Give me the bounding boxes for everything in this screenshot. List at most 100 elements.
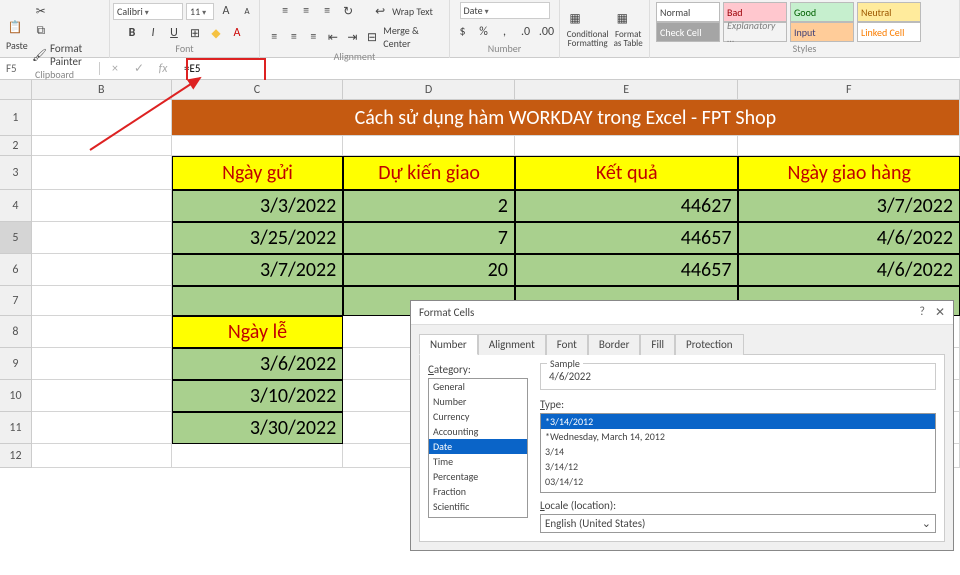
cell[interactable] bbox=[32, 190, 172, 222]
category-accounting[interactable]: Accounting bbox=[429, 424, 527, 439]
category-time[interactable]: Time bbox=[429, 454, 527, 469]
cell[interactable] bbox=[32, 254, 172, 286]
holiday-1[interactable]: 3/10/2022 bbox=[172, 380, 344, 412]
cell[interactable] bbox=[32, 444, 172, 468]
style-s-check[interactable]: Check Cell bbox=[656, 22, 720, 42]
styles-gallery[interactable]: NormalBadGoodNeutralCheck CellExplanator… bbox=[656, 2, 921, 42]
type-option-3[interactable]: 3/14/12 bbox=[541, 459, 935, 474]
holiday-2[interactable]: 3/30/2022 bbox=[172, 412, 344, 444]
align-left-icon[interactable]: ≡ bbox=[266, 28, 283, 46]
dialog-tab-fill[interactable]: Fill bbox=[640, 334, 675, 355]
row-header-3[interactable]: 3 bbox=[0, 156, 32, 190]
cell[interactable] bbox=[32, 316, 172, 348]
style-s-linked[interactable]: Linked Cell bbox=[857, 22, 921, 42]
cell[interactable] bbox=[172, 136, 344, 156]
col-header-D[interactable]: D bbox=[343, 80, 515, 99]
row-header-2[interactable]: 2 bbox=[0, 136, 32, 156]
category-currency[interactable]: Currency bbox=[429, 409, 527, 424]
row-header-5[interactable]: 5 bbox=[0, 222, 32, 254]
cell[interactable] bbox=[32, 286, 172, 316]
orientation-icon[interactable]: ↻ bbox=[339, 2, 357, 20]
category-list[interactable]: GeneralNumberCurrencyAccountingDateTimeP… bbox=[428, 378, 528, 518]
data-r2-c3[interactable]: 4/6/2022 bbox=[738, 254, 960, 286]
cell[interactable] bbox=[738, 136, 960, 156]
type-option-2[interactable]: 3/14 bbox=[541, 444, 935, 459]
dialog-tab-protection[interactable]: Protection bbox=[675, 334, 744, 355]
header-1[interactable]: Dự kiến giao bbox=[343, 156, 515, 190]
data-r1-c1[interactable]: 7 bbox=[343, 222, 515, 254]
style-s-good[interactable]: Good bbox=[790, 2, 854, 22]
border-button[interactable]: ⊞ bbox=[186, 24, 204, 42]
row-header-8[interactable]: 8 bbox=[0, 316, 32, 348]
type-option-1[interactable]: *Wednesday, March 14, 2012 bbox=[541, 429, 935, 444]
enter-formula-icon[interactable]: ✓ bbox=[130, 60, 148, 78]
style-s-expl[interactable]: Explanatory ... bbox=[723, 22, 787, 42]
type-option-4[interactable]: 03/14/12 bbox=[541, 474, 935, 489]
data-r0-c0[interactable]: 3/3/2022 bbox=[172, 190, 344, 222]
cell[interactable] bbox=[32, 380, 172, 412]
dialog-tab-number[interactable]: Number bbox=[419, 334, 478, 355]
font-size-select[interactable]: 11 bbox=[186, 3, 214, 20]
cell[interactable] bbox=[343, 136, 515, 156]
currency-icon[interactable]: $ bbox=[454, 23, 472, 41]
cell[interactable] bbox=[515, 136, 739, 156]
paste-icon[interactable]: 📋 bbox=[6, 19, 24, 37]
comma-icon[interactable]: , bbox=[496, 23, 514, 41]
merge-icon[interactable]: ⊟ bbox=[364, 28, 381, 46]
type-list[interactable]: *3/14/2012*Wednesday, March 14, 20123/14… bbox=[540, 413, 936, 493]
category-number[interactable]: Number bbox=[429, 394, 527, 409]
align-center-icon[interactable]: ≡ bbox=[286, 28, 303, 46]
header-3[interactable]: Ngày giao hàng bbox=[738, 156, 960, 190]
category-date[interactable]: Date bbox=[429, 439, 527, 454]
type-option-0[interactable]: *3/14/2012 bbox=[541, 414, 935, 429]
cell[interactable] bbox=[32, 136, 172, 156]
cell[interactable] bbox=[32, 348, 172, 380]
cell[interactable] bbox=[32, 412, 172, 444]
title-cell[interactable]: Cách sử dụng hàm WORKDAY trong Excel - F… bbox=[172, 100, 960, 136]
category-scientific[interactable]: Scientific bbox=[429, 499, 527, 514]
inc-dec-icon[interactable]: .0 bbox=[517, 23, 535, 41]
category-general[interactable]: General bbox=[429, 379, 527, 394]
data-r1-c2[interactable]: 44657 bbox=[515, 222, 739, 254]
header-0[interactable]: Ngày gửi bbox=[172, 156, 344, 190]
bold-button[interactable]: B bbox=[123, 24, 141, 42]
row-header-7[interactable]: 7 bbox=[0, 286, 32, 316]
col-header-C[interactable]: C bbox=[172, 80, 344, 99]
decrease-font-icon[interactable]: A bbox=[238, 2, 256, 20]
indent-dec-icon[interactable]: ⇤ bbox=[325, 28, 342, 46]
indent-inc-icon[interactable]: ⇥ bbox=[344, 28, 361, 46]
cell-B1[interactable] bbox=[32, 100, 172, 136]
data-r0-c2[interactable]: 44627 bbox=[515, 190, 739, 222]
data-r2-c2[interactable]: 44657 bbox=[515, 254, 739, 286]
row-header-4[interactable]: 4 bbox=[0, 190, 32, 222]
row-header-1[interactable]: 1 bbox=[0, 100, 32, 136]
wrap-text-icon[interactable]: ↩ bbox=[371, 2, 389, 20]
holiday-0[interactable]: 3/6/2022 bbox=[172, 348, 344, 380]
locale-select[interactable]: English (United States) ⌄ bbox=[540, 514, 936, 533]
cell[interactable] bbox=[32, 222, 172, 254]
category-percentage[interactable]: Percentage bbox=[429, 469, 527, 484]
row-header-6[interactable]: 6 bbox=[0, 254, 32, 286]
fill-color-button[interactable]: ◆ bbox=[207, 24, 225, 42]
header-2[interactable]: Kết quả bbox=[515, 156, 739, 190]
dec-dec-icon[interactable]: .00 bbox=[538, 23, 556, 41]
conditional-formatting-icon[interactable]: ▦ bbox=[566, 10, 584, 28]
align-mid-icon[interactable]: ≡ bbox=[297, 2, 315, 20]
cell[interactable] bbox=[32, 156, 172, 190]
dialog-help-icon[interactable]: ? bbox=[919, 305, 925, 320]
cancel-formula-icon[interactable]: × bbox=[106, 60, 124, 78]
underline-button[interactable]: U bbox=[165, 24, 183, 42]
data-r1-c3[interactable]: 4/6/2022 bbox=[738, 222, 960, 254]
font-family-select[interactable]: Calibri bbox=[113, 3, 183, 20]
style-s-input[interactable]: Input bbox=[790, 22, 854, 42]
copy-icon[interactable]: ⧉ bbox=[32, 22, 50, 40]
data-r0-c1[interactable]: 2 bbox=[343, 190, 515, 222]
align-right-icon[interactable]: ≡ bbox=[305, 28, 322, 46]
fx-icon[interactable]: fx bbox=[154, 60, 172, 78]
col-header-B[interactable]: B bbox=[32, 80, 172, 99]
category-fraction[interactable]: Fraction bbox=[429, 484, 527, 499]
row-header-10[interactable]: 10 bbox=[0, 380, 32, 412]
align-top-icon[interactable]: ≡ bbox=[276, 2, 294, 20]
style-s-neutral[interactable]: Neutral bbox=[857, 2, 921, 22]
type-option-5[interactable]: 14-Mar bbox=[541, 489, 935, 493]
